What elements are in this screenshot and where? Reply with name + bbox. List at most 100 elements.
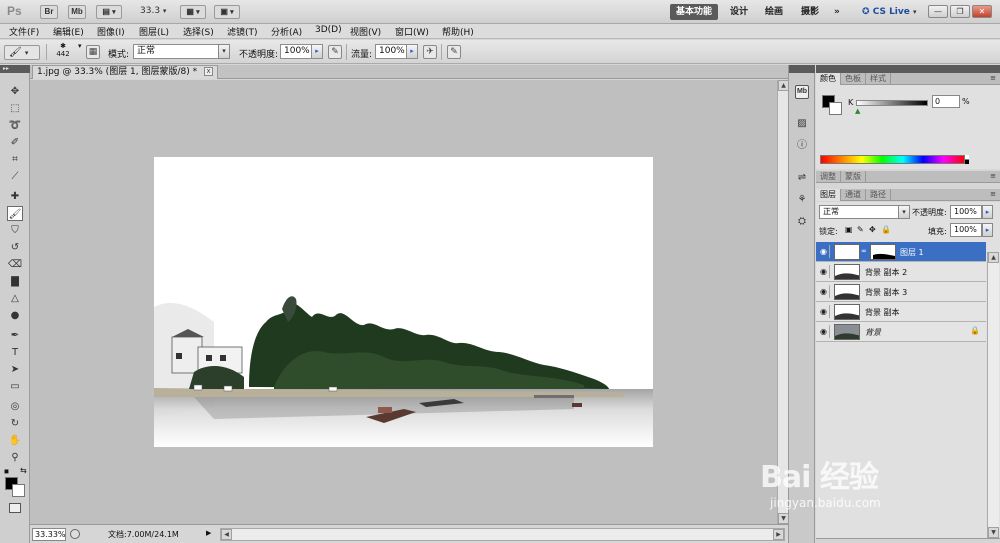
eraser-tool-icon[interactable]: ⌫ (7, 257, 23, 272)
lock-pixels-icon[interactable]: ✎ (857, 225, 864, 234)
clone-source-panel-icon[interactable]: ⚘ (795, 193, 809, 207)
layers-scrollbar[interactable]: ▲ ▼ (987, 252, 999, 538)
background-color-swatch[interactable] (12, 484, 25, 497)
clone-stamp-tool-icon[interactable]: ⛉ (7, 223, 23, 238)
crop-tool-icon[interactable]: ⌗ (7, 152, 23, 167)
zoom-level-dropdown[interactable]: 33.3 ▾ (140, 6, 166, 16)
fill-slider-button[interactable]: ▸ (982, 223, 993, 237)
flow-input[interactable]: 100% (375, 44, 407, 59)
menu-layer[interactable]: 图层(L) (139, 25, 169, 38)
tablet-opacity-pressure-icon[interactable]: ✎ (328, 45, 342, 59)
tab-layers[interactable]: 图层 (816, 189, 841, 201)
lock-all-icon[interactable]: 🔒 (881, 225, 891, 234)
menu-filter[interactable]: 滤镜(T) (227, 25, 258, 38)
layer-mask-thumbnail[interactable] (870, 244, 896, 260)
quick-selection-tool-icon[interactable]: ✐ (7, 135, 23, 150)
black-white-swatch[interactable] (965, 155, 969, 164)
horizontal-scrollbar[interactable]: ◀ ▶ (220, 528, 785, 541)
more-workspaces-button[interactable]: » (830, 4, 844, 20)
pen-tool-icon[interactable]: ✒ (7, 328, 23, 343)
spot-healing-tool-icon[interactable]: ✚ (7, 189, 23, 204)
flow-slider-button[interactable]: ▸ (406, 44, 418, 59)
hand-tool-icon[interactable]: ✋ (7, 433, 23, 448)
type-tool-icon[interactable]: T (7, 345, 23, 360)
info-panel-icon[interactable]: ⓘ (795, 139, 809, 153)
status-info-icon[interactable] (70, 529, 80, 539)
scroll-down-arrow-icon[interactable]: ▼ (988, 527, 999, 538)
shape-tool-icon[interactable]: ▭ (7, 379, 23, 394)
k-channel-slider[interactable] (856, 100, 928, 106)
layer-row-layer1[interactable]: ◉ ∞ 图层 1 (816, 242, 986, 262)
tab-swatches[interactable]: 色板 (841, 73, 866, 85)
dodge-tool-icon[interactable]: ● (7, 308, 23, 323)
document-tab[interactable]: 1.jpg @ 33.3% (图层 1, 图层蒙版/8) * x (32, 65, 219, 79)
3d-orbit-tool-icon[interactable]: ↻ (7, 416, 23, 431)
tablet-size-pressure-icon[interactable]: ✎ (447, 45, 461, 59)
close-window-button[interactable]: ✕ (972, 5, 992, 18)
quick-mask-button[interactable] (9, 503, 21, 513)
minibridge-panel-icon[interactable]: Mb (795, 85, 809, 99)
workspace-painting[interactable]: 绘画 (761, 4, 787, 20)
screen-mode-button[interactable]: ▣ ▾ (214, 5, 240, 19)
lock-position-icon[interactable]: ✥ (869, 225, 876, 234)
history-brush-tool-icon[interactable]: ↺ (7, 240, 23, 255)
layer-row-bg-copy[interactable]: ◉ 背景 副本 (816, 302, 986, 322)
k-channel-value-input[interactable]: 0 (932, 95, 960, 108)
document-canvas[interactable] (154, 157, 653, 447)
brush-size-picker[interactable]: ✱ 442 (53, 42, 73, 62)
eyedropper-tool-icon[interactable]: ⟋ (7, 169, 23, 184)
menu-3d[interactable]: 3D(D) (315, 25, 342, 35)
eye-icon[interactable]: ◉ (818, 265, 830, 278)
tab-color[interactable]: 颜色 (816, 73, 841, 85)
cs-live-button[interactable]: ✪ CS Live ▾ (858, 4, 921, 20)
menu-edit[interactable]: 编辑(E) (53, 25, 84, 38)
lasso-tool-icon[interactable]: ➰ (7, 118, 23, 133)
zoom-field[interactable]: 33.33% (32, 528, 66, 541)
menu-analysis[interactable]: 分析(A) (271, 25, 302, 38)
color-background-swatch[interactable] (829, 102, 842, 115)
swap-colors-icon[interactable]: ⇆ (20, 466, 27, 475)
workspace-essentials[interactable]: 基本功能 (670, 4, 719, 20)
actions-panel-icon[interactable]: ⛭ (795, 215, 809, 229)
menu-help[interactable]: 帮助(H) (442, 25, 474, 38)
status-menu-arrow-icon[interactable]: ▶ (206, 529, 211, 537)
histogram-panel-icon[interactable]: ▨ (795, 117, 809, 131)
brush-presets-panel-icon[interactable]: ⇌ (795, 171, 809, 185)
layer-blend-mode-select[interactable]: 正常 (819, 205, 899, 219)
panel-grip[interactable]: ▸▸ (0, 65, 30, 73)
chain-link-icon[interactable]: ∞ (861, 247, 867, 255)
scroll-left-arrow-icon[interactable]: ◀ (221, 529, 232, 540)
chevron-down-icon[interactable]: ▾ (898, 205, 910, 219)
move-tool-icon[interactable]: ✥ (7, 84, 23, 99)
layer-row-bg-copy2[interactable]: ◉ 背景 副本 2 (816, 262, 986, 282)
blur-tool-icon[interactable]: △ (7, 291, 23, 306)
tab-paths[interactable]: 路径 (866, 189, 891, 201)
minimize-button[interactable]: — (928, 5, 948, 18)
arrange-documents-button[interactable]: ▦ ▾ (180, 5, 206, 19)
view-extras-button[interactable]: ▤ ▾ (96, 5, 122, 19)
tab-styles[interactable]: 样式 (866, 73, 891, 85)
default-colors-icon[interactable]: ◼ (4, 468, 9, 475)
menu-select[interactable]: 选择(S) (183, 25, 214, 38)
eye-icon[interactable]: ◉ (818, 325, 830, 338)
scroll-up-arrow-icon[interactable]: ▲ (988, 252, 999, 263)
minibridge-button[interactable]: Mb (68, 5, 86, 19)
menu-file[interactable]: 文件(F) (9, 25, 39, 38)
blend-mode-select[interactable]: 正常 (133, 44, 219, 59)
workspace-photography[interactable]: 摄影 (797, 4, 823, 20)
color-spectrum-bar[interactable] (820, 155, 965, 164)
panel-menu-icon[interactable]: ≡ (990, 190, 996, 198)
layer-row-bg-copy3[interactable]: ◉ 背景 副本 3 (816, 282, 986, 302)
vertical-scrollbar[interactable]: ▲ ▼ (777, 80, 789, 524)
slider-thumb-icon[interactable]: ▲ (855, 107, 860, 115)
tool-preset-picker[interactable]: 🖌 ▾ (4, 45, 40, 60)
brush-tool-icon[interactable]: 🖌 (7, 206, 23, 221)
path-selection-tool-icon[interactable]: ➤ (7, 362, 23, 377)
3d-rotate-tool-icon[interactable]: ◎ (7, 399, 23, 414)
opacity-input[interactable]: 100% (280, 44, 312, 59)
menu-image[interactable]: 图像(I) (97, 25, 125, 38)
eye-icon[interactable]: ◉ (818, 285, 830, 298)
layer-opacity-input[interactable]: 100% (950, 205, 982, 219)
opacity-slider-button[interactable]: ▸ (311, 44, 323, 59)
canvas-area[interactable] (30, 80, 777, 524)
